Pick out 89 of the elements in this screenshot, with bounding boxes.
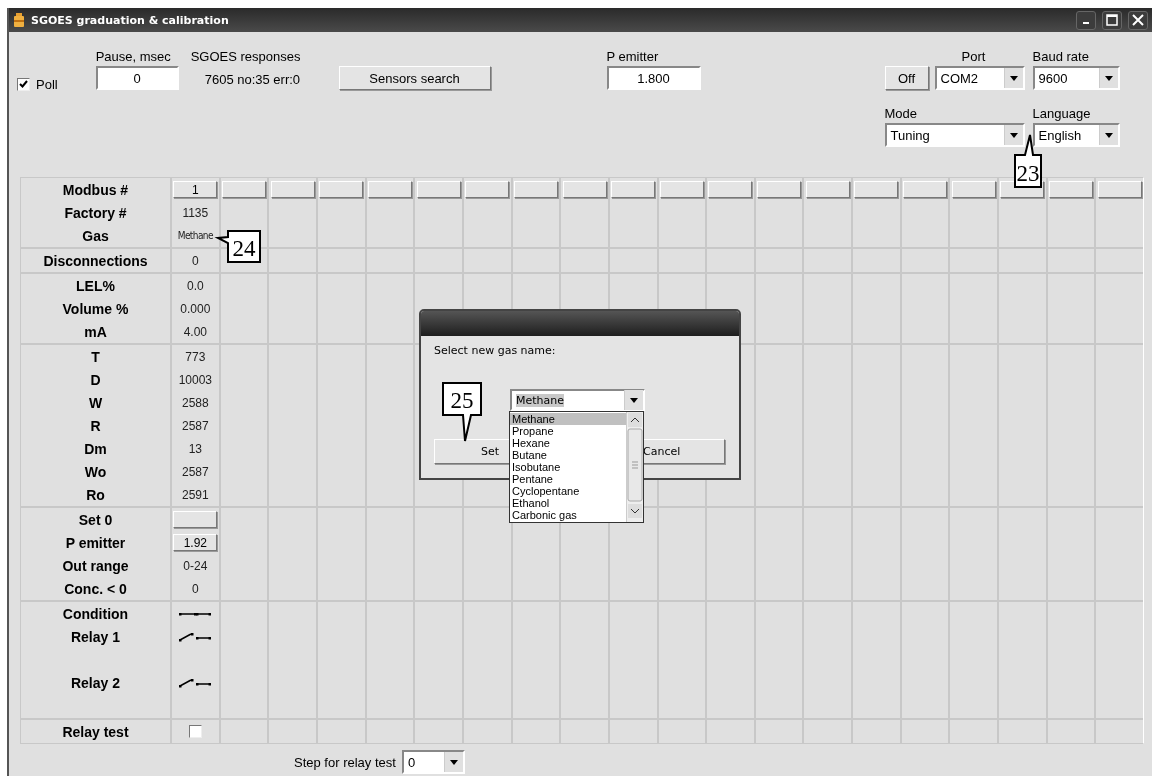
- row-label: Modbus #: [62, 181, 129, 198]
- callout-tooltip: 25: [441, 381, 483, 443]
- value-text: 4.00: [183, 324, 207, 339]
- gas-option[interactable]: Carbonic gas: [510, 509, 626, 521]
- dropdown-arrow-icon: [1009, 75, 1018, 81]
- gas-dropdown[interactable]: Methane: [510, 389, 645, 411]
- pause-label: Pause, msec: [95, 48, 172, 66]
- close-icon: [1132, 14, 1144, 26]
- poll-label: Poll: [36, 76, 58, 92]
- dropdown-arrow-icon: [449, 759, 458, 765]
- baud-rate-label: Baud rate: [1032, 48, 1090, 66]
- p-emitter-label: P emitter: [606, 48, 660, 66]
- poll-checkbox[interactable]: [17, 77, 30, 91]
- value-text: 773: [185, 349, 206, 364]
- dropdown-arrow-icon: [1104, 75, 1113, 81]
- value-text: 2587: [181, 418, 209, 433]
- row-label: R: [90, 417, 101, 434]
- gas-option[interactable]: Methane: [510, 413, 626, 425]
- dropdown-arrow-icon: [1104, 132, 1113, 138]
- minimize-button[interactable]: [1076, 10, 1096, 30]
- value-text: 13: [188, 441, 202, 456]
- check-icon: [19, 80, 28, 88]
- row-label: D: [90, 371, 101, 388]
- baud-rate-dropdown[interactable]: 9600: [1032, 66, 1120, 90]
- window-title: SGOES graduation & calibration: [31, 13, 229, 27]
- relay-test-checkbox[interactable]: [188, 725, 202, 738]
- mode-label: Mode: [884, 105, 919, 123]
- emitter-button[interactable]: 1.92: [173, 534, 218, 551]
- row-label: T: [91, 348, 100, 365]
- dropdown-arrow-icon: [630, 397, 638, 403]
- value-text: 2588: [181, 395, 209, 410]
- gas-option[interactable]: Cyclopentane: [510, 485, 626, 497]
- step-label: Step for relay test: [294, 754, 396, 770]
- open-switch-icon: [179, 677, 212, 689]
- row-label: Disconnections: [43, 252, 148, 269]
- pause-field[interactable]: 0: [95, 66, 179, 90]
- p-emitter-field[interactable]: 1.800: [606, 66, 701, 90]
- row-label: Relay 1: [70, 628, 120, 645]
- language-label: Language: [1032, 105, 1092, 123]
- row-label: Wo: [84, 463, 107, 480]
- row-label: Factory #: [64, 204, 127, 221]
- value-text: 2587: [181, 464, 209, 479]
- gas-option[interactable]: Ethanol: [510, 497, 626, 509]
- dialog-prompt: Select new gas name:: [434, 344, 556, 357]
- value-text: 10003: [178, 372, 212, 387]
- callout-tooltip: 24: [216, 229, 262, 264]
- row-label: W: [88, 394, 103, 411]
- value-text: 0: [191, 253, 199, 268]
- port-dropdown[interactable]: COM2: [934, 66, 1025, 90]
- value-text: 0.000: [180, 301, 211, 316]
- row-label: LEL%: [76, 277, 115, 294]
- set-zero-button[interactable]: [173, 511, 218, 528]
- dropdown-arrow-icon: [1009, 132, 1018, 138]
- sensors-search-button[interactable]: Sensors search: [338, 66, 491, 90]
- gas-option[interactable]: Propane: [510, 425, 626, 437]
- row-label: Relay 2: [70, 675, 120, 691]
- gas-name[interactable]: Methane: [177, 230, 213, 241]
- row-label: Dm: [84, 440, 107, 457]
- step-dropdown[interactable]: 0: [401, 750, 465, 774]
- row-label: Relay test: [62, 723, 129, 740]
- row-label: Conc. < 0: [64, 580, 127, 597]
- responses-label: SGOES responses: [190, 48, 301, 66]
- value-text: 0-24: [183, 558, 208, 573]
- row-label: Out range: [62, 557, 129, 574]
- maximize-button[interactable]: [1102, 10, 1122, 30]
- maximize-icon: [1106, 14, 1118, 26]
- scrollbar[interactable]: [626, 412, 643, 522]
- row-label: mA: [84, 323, 107, 340]
- gas-option[interactable]: Pentane: [510, 473, 626, 485]
- sensor-address-button[interactable]: 1: [173, 181, 218, 198]
- value-text: 1135: [182, 205, 209, 220]
- close-button[interactable]: [1128, 10, 1148, 30]
- gas-option[interactable]: Isobutane: [510, 461, 626, 473]
- value-text: 0: [191, 581, 199, 596]
- row-label: Volume %: [62, 300, 129, 317]
- off-button[interactable]: Off: [884, 66, 929, 90]
- language-dropdown[interactable]: English: [1032, 123, 1120, 147]
- row-label: Gas: [82, 227, 109, 244]
- row-label: Condition: [62, 605, 129, 622]
- mode-dropdown[interactable]: Tuning: [884, 123, 1025, 147]
- value-text: 0.0: [186, 278, 204, 293]
- value-text: 2591: [181, 487, 209, 502]
- row-label: Ro: [86, 486, 105, 503]
- port-label: Port: [960, 48, 986, 66]
- responses-counter: 7605 no:35 err:0: [204, 72, 301, 87]
- row-label: P emitter: [65, 534, 126, 551]
- open-switch-icon: [179, 630, 212, 643]
- row-label: Set 0: [78, 511, 113, 528]
- app-icon: [13, 12, 25, 28]
